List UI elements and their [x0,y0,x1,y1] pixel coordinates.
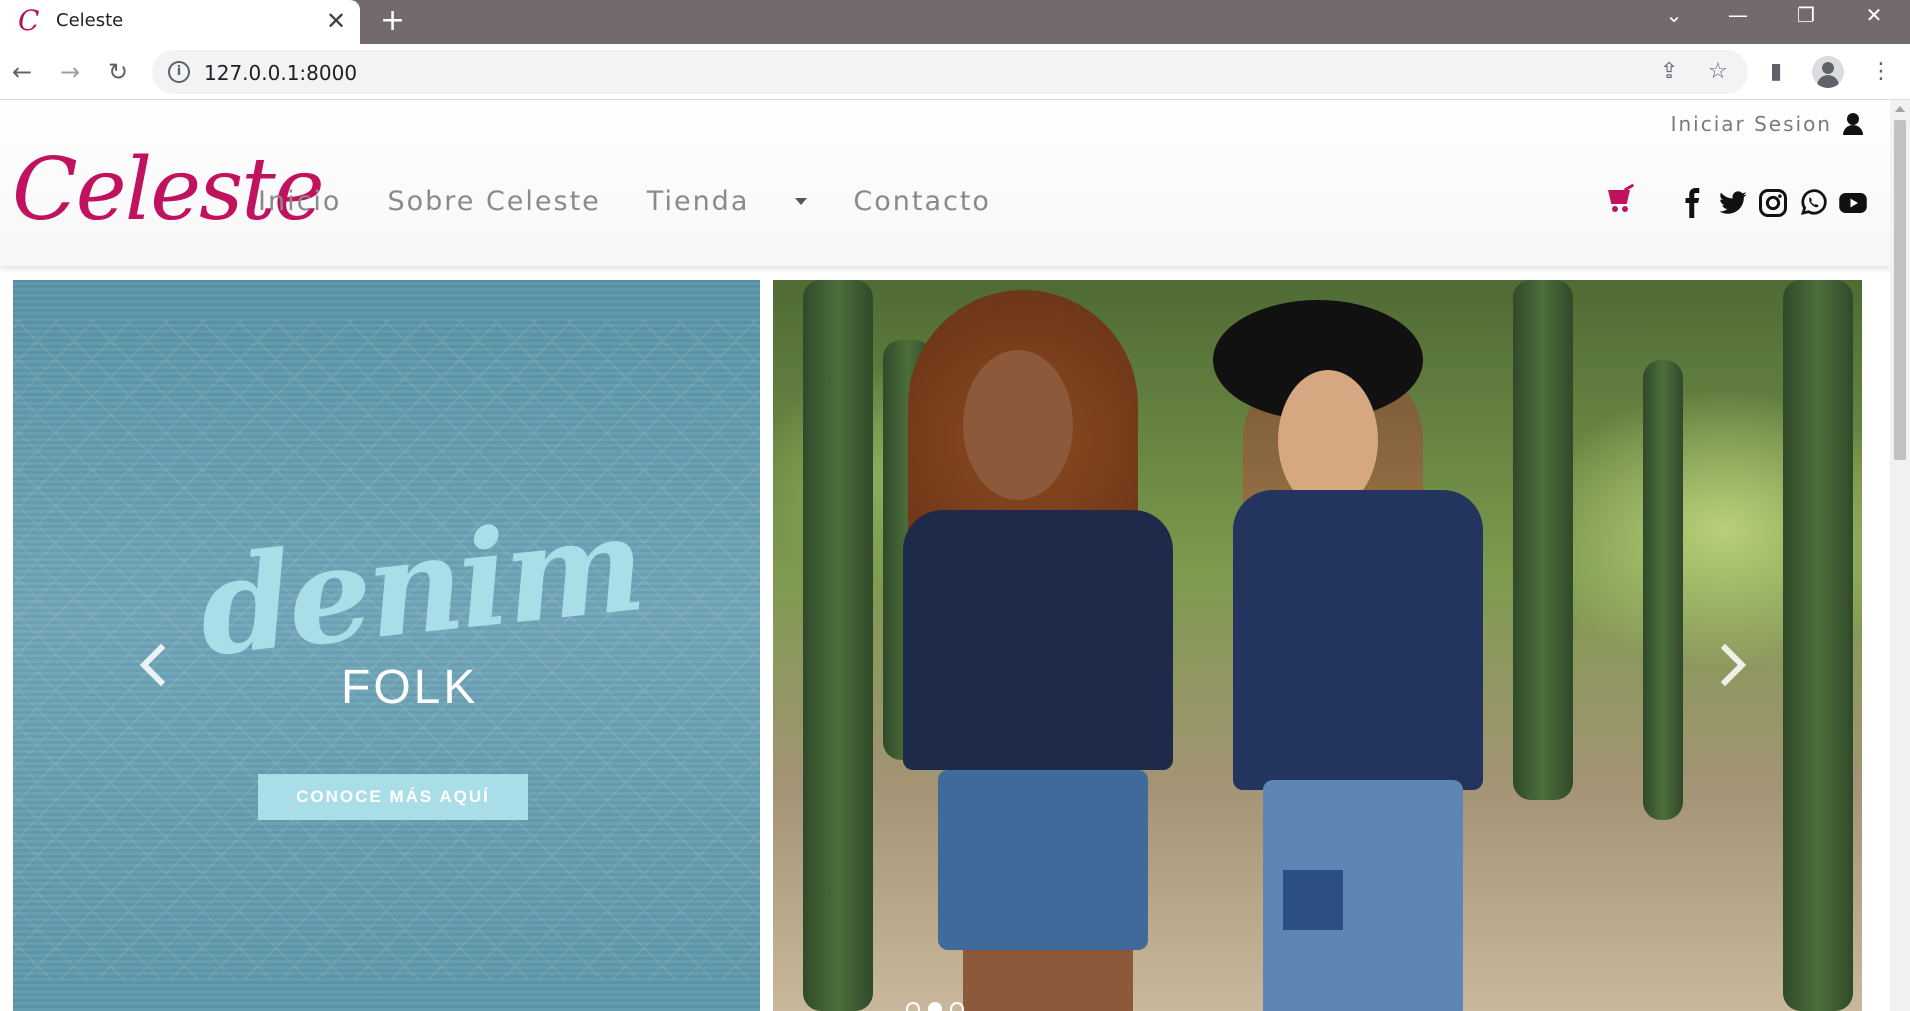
restore-button[interactable]: ❐ [1786,2,1826,28]
login-label: Iniciar Sesion [1670,112,1832,136]
profile-avatar-icon[interactable] [1812,56,1844,88]
page-viewport: Iniciar Sesion Celeste Inicio Sobre Cele… [0,100,1890,1011]
back-button[interactable]: ← [4,54,40,90]
tab-search-chevron-icon[interactable]: ⌄ [1654,2,1694,28]
site-info-icon[interactable]: i [168,61,190,83]
user-icon [1842,113,1864,135]
conoce-mas-button[interactable]: CONOCE MÁS AQUÍ [258,774,528,820]
close-window-button[interactable]: ✕ [1854,2,1894,28]
page-scrollbar[interactable] [1890,100,1910,1011]
reload-button[interactable]: ↻ [100,54,136,90]
bookmark-star-icon[interactable]: ☆ [1708,58,1728,86]
login-link[interactable]: Iniciar Sesion [1671,112,1864,136]
twitter-icon[interactable] [1718,188,1748,218]
hero-carousel: denim FOLK CONOCE MÁS AQUÍ [13,280,1862,1011]
tienda-dropdown-caret-icon[interactable] [795,198,808,205]
new-tab-button[interactable]: + [380,4,405,38]
instagram-icon[interactable] [1758,188,1788,218]
browser-tab[interactable]: C Celeste ✕ [0,0,360,44]
scroll-thumb[interactable] [1894,120,1906,460]
whatsapp-icon[interactable] [1798,188,1828,218]
nav-inicio[interactable]: Inicio [258,186,341,217]
carousel-dot[interactable] [906,1002,920,1011]
url-text[interactable]: 127.0.0.1:8000 [204,61,357,85]
youtube-icon[interactable] [1838,188,1868,218]
side-panel-icon[interactable]: ▮ [1770,56,1782,88]
promo-panel: denim FOLK CONOCE MÁS AQUÍ [13,280,760,1011]
tab-close-icon[interactable]: ✕ [326,6,346,36]
social-links [1678,188,1868,218]
nav-sobre-celeste[interactable]: Sobre Celeste [387,186,600,217]
browser-menu-icon[interactable]: ⋮ [1870,56,1892,88]
browser-toolbar: ← → ↻ i 127.0.0.1:8000 ⇪ ☆ ▮ ⋮ [0,44,1910,100]
facebook-icon[interactable] [1678,188,1708,218]
promo-title: FOLK [341,661,479,714]
carousel-dot-active[interactable] [928,1002,942,1011]
browser-tab-strip: C Celeste ✕ + ⌄ — ❐ ✕ [0,0,1910,44]
nav-contacto[interactable]: Contacto [853,186,991,217]
hero-photo [773,280,1862,1011]
share-icon[interactable]: ⇪ [1660,58,1678,86]
scroll-up-arrow-icon[interactable] [1895,106,1905,112]
main-nav: Inicio Sobre Celeste Tienda Contacto [258,186,1037,217]
minimize-button[interactable]: — [1718,2,1758,28]
forward-button[interactable]: → [52,54,88,90]
tab-title: Celeste [56,10,124,31]
address-bar[interactable]: i 127.0.0.1:8000 ⇪ ☆ [152,50,1748,94]
nav-tienda[interactable]: Tienda [647,186,750,217]
carousel-dot[interactable] [950,1002,964,1011]
shopping-cart-icon[interactable] [1606,183,1635,212]
carousel-indicators [906,1002,964,1011]
site-header: Iniciar Sesion Celeste Inicio Sobre Cele… [0,100,1890,266]
site-favicon-icon: C [18,4,40,37]
